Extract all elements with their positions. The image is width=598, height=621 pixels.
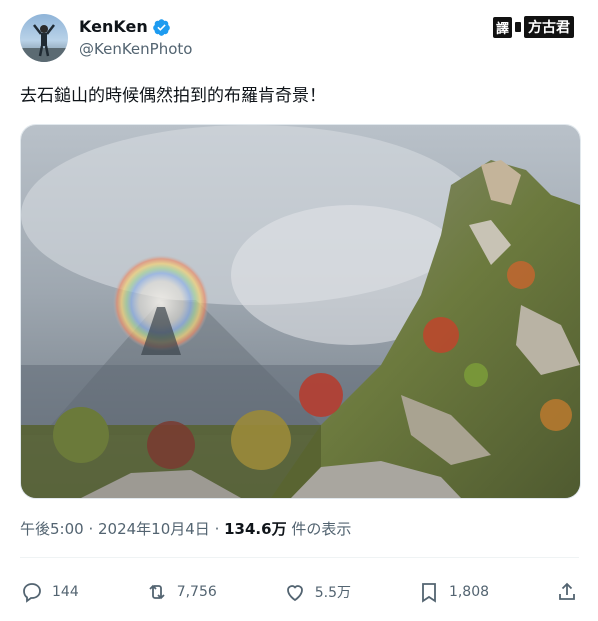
action-bar: 144 7,756 5.5万 1,808 [20, 573, 579, 611]
watermark-part1: 譯 [492, 16, 512, 38]
bookmark-button[interactable]: 1,808 [417, 580, 489, 604]
reply-icon [23, 583, 41, 603]
brocken-spectre-photo [21, 125, 580, 498]
tweet-metadata: 午後5:00 · 2024年10月4日 · 134.6万 件の表示 [20, 519, 351, 539]
tweet-text: 去石鎚山的時候偶然拍到的布羅肯奇景！ [20, 86, 326, 106]
share-button[interactable] [555, 580, 579, 604]
translator-watermark: 譯 方古君 [492, 16, 574, 38]
reply-count: 144 [52, 584, 79, 600]
bookmark-icon [422, 583, 436, 603]
repost-button[interactable]: 7,756 [145, 580, 217, 604]
verified-badge-icon [152, 18, 170, 36]
heart-icon [286, 585, 303, 602]
like-count: 5.5万 [314, 585, 351, 601]
post-time[interactable]: 午後5:00 [20, 520, 84, 538]
tweet-photo[interactable] [20, 124, 581, 499]
views-count: 134.6万 [224, 520, 287, 538]
author-handle[interactable]: @KenKenPhoto [79, 39, 192, 59]
avatar[interactable] [20, 14, 68, 62]
watermark-divider [515, 22, 521, 32]
meta-separator: · [83, 520, 98, 538]
share-icon [559, 582, 575, 600]
reply-button[interactable]: 144 [20, 580, 79, 604]
meta-separator: · [209, 520, 225, 538]
like-button[interactable]: 5.5万 [283, 580, 351, 604]
tweet-header: KenKen @KenKenPhoto [20, 14, 192, 62]
watermark-part2: 方古君 [524, 16, 574, 38]
author-block: KenKen @KenKenPhoto [79, 17, 192, 59]
repost-icon [149, 584, 165, 600]
divider [20, 557, 579, 558]
repost-count: 7,756 [176, 584, 217, 600]
post-date[interactable]: 2024年10月4日 [98, 520, 210, 538]
views-label: 件の表示 [286, 520, 352, 538]
author-name[interactable]: KenKen [79, 17, 148, 37]
bookmark-count: 1,808 [448, 584, 490, 600]
